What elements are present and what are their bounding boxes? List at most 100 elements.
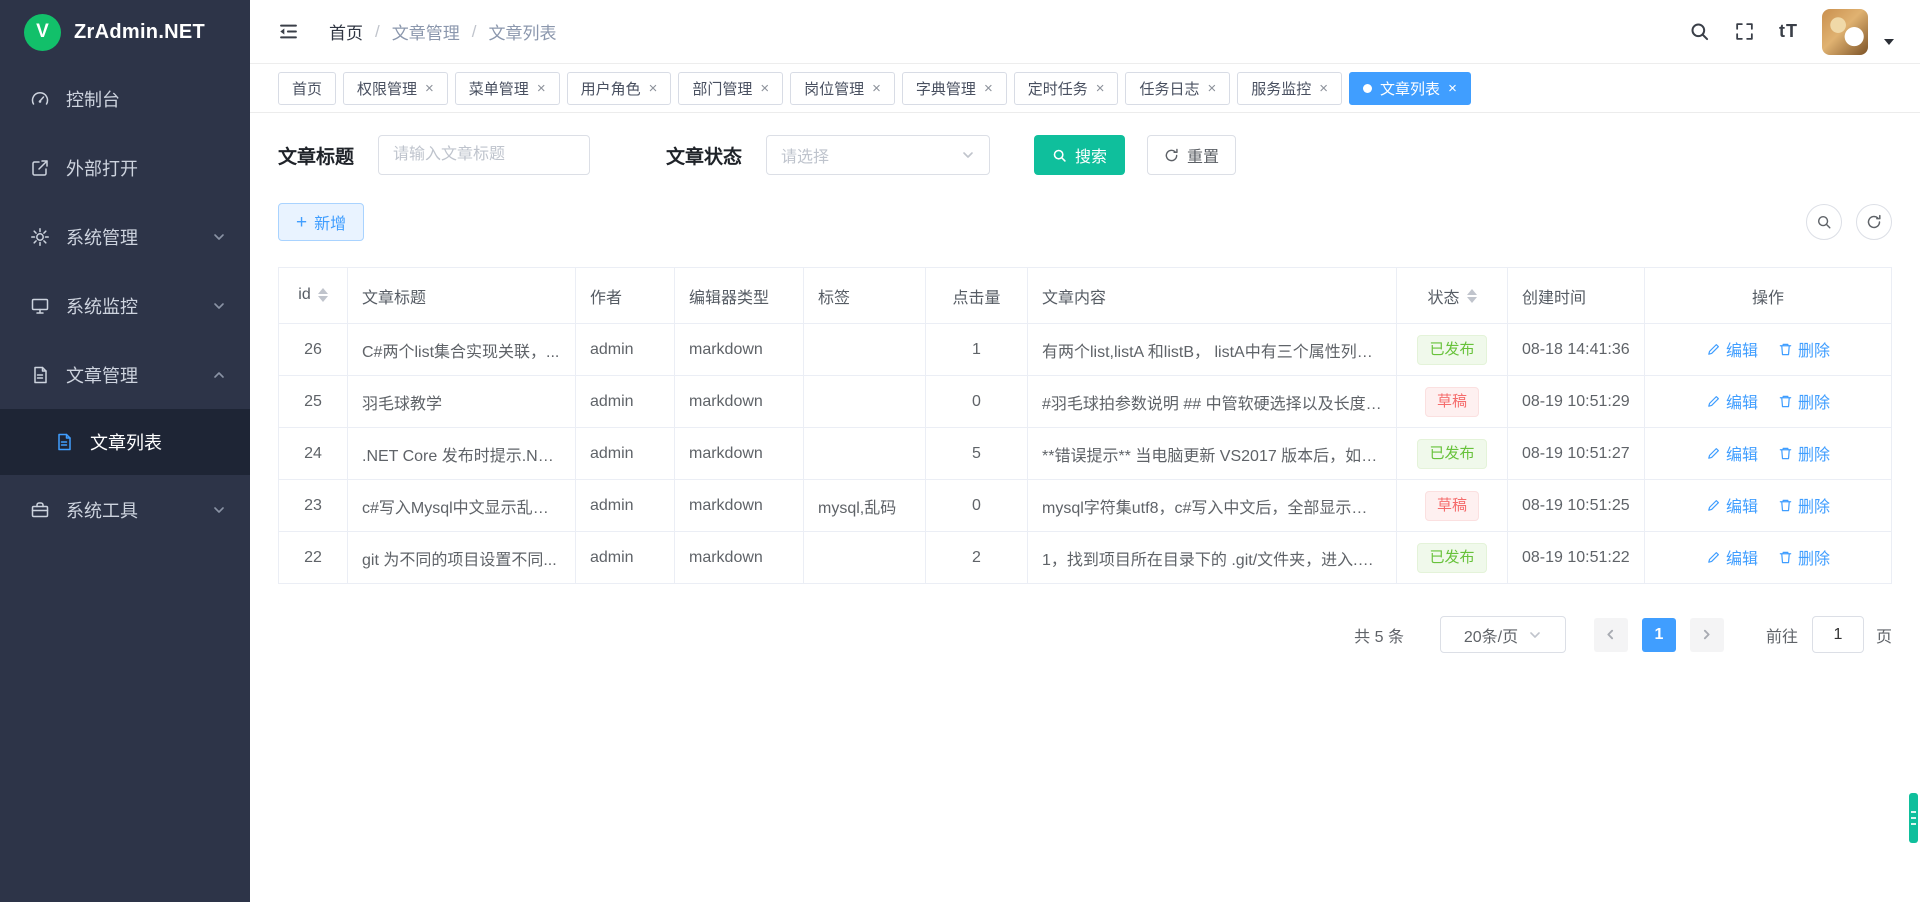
cell-created-time: 08-19 10:51:22 [1508,532,1645,584]
cell-actions: 编辑删除 [1645,532,1892,584]
cell-status: 草稿 [1397,376,1508,428]
cell-title: 羽毛球教学 [348,376,576,428]
search-button[interactable]: 搜索 [1034,135,1125,175]
tab-article-list[interactable]: 文章列表× [1349,72,1471,105]
sidebar-item-article-management[interactable]: 文章管理 [0,340,250,409]
table-row: 23c#写入Mysql中文显示乱码 ...adminmarkdownmysql,… [279,480,1892,532]
cell-clicks: 1 [926,324,1028,376]
column-header: 文章标题 [348,268,576,324]
tab-post[interactable]: 岗位管理× [790,72,895,105]
delete-button[interactable]: 删除 [1778,337,1830,361]
user-menu-caret-icon[interactable] [1884,39,1894,45]
edit-button[interactable]: 编辑 [1706,389,1758,413]
tab-permission[interactable]: 权限管理× [343,72,448,105]
close-icon[interactable]: × [425,81,434,96]
sidebar-collapse-icon[interactable] [278,21,299,42]
delete-button[interactable]: 删除 [1778,545,1830,569]
prev-page-button[interactable] [1594,618,1628,652]
cell-actions: 编辑删除 [1645,480,1892,532]
cell-author: admin [576,324,675,376]
app-root: V ZrAdmin.NET 控制台外部打开系统管理系统监控文章管理文章列表系统工… [0,0,1920,902]
tab-home[interactable]: 首页 [278,72,336,105]
sidebar-item-system-tools[interactable]: 系统工具 [0,475,250,544]
cell-id: 23 [279,480,348,532]
edit-button[interactable]: 编辑 [1706,545,1758,569]
sidebar-item-article-list[interactable]: 文章列表 [0,409,250,475]
sort-icon[interactable] [318,288,328,302]
close-icon[interactable]: × [649,81,658,96]
cell-tags [804,324,926,376]
column-header[interactable]: id [279,268,348,324]
delete-button[interactable]: 删除 [1778,441,1830,465]
close-icon[interactable]: × [760,81,769,96]
close-icon[interactable]: × [984,81,993,96]
next-page-button[interactable] [1690,618,1724,652]
goto-page-input[interactable] [1812,616,1864,653]
edit-button[interactable]: 编辑 [1706,337,1758,361]
column-header[interactable]: 状态 [1397,268,1508,324]
articles-table: id文章标题作者编辑器类型标签点击量文章内容状态创建时间操作 26C#两个lis… [278,267,1892,584]
close-icon[interactable]: × [1208,81,1217,96]
tab-dict[interactable]: 字典管理× [902,72,1007,105]
tab-user-role[interactable]: 用户角色× [567,72,672,105]
pencil-icon [1706,342,1721,357]
cell-content: 1，找到项目所在目录下的 .git/文件夹，进入.git/... [1028,532,1397,584]
cell-clicks: 0 [926,376,1028,428]
article-status-select[interactable]: 请选择 [766,135,990,175]
sidebar-item-system-management[interactable]: 系统管理 [0,202,250,271]
delete-button[interactable]: 删除 [1778,389,1830,413]
sidebar-item-dashboard[interactable]: 控制台 [0,64,250,133]
close-icon[interactable]: × [1448,81,1457,96]
cell-title: .NET Core 发布时提示.NET... [348,428,576,480]
table-header-row: id文章标题作者编辑器类型标签点击量文章内容状态创建时间操作 [279,268,1892,324]
cell-author: admin [576,480,675,532]
sidebar-item-system-monitor[interactable]: 系统监控 [0,271,250,340]
header-search-icon[interactable] [1689,21,1710,42]
cell-actions: 编辑删除 [1645,376,1892,428]
gear-icon [30,227,50,247]
goto-unit-label: 页 [1876,623,1892,647]
tab-cron-task[interactable]: 定时任务× [1014,72,1119,105]
edit-button[interactable]: 编辑 [1706,493,1758,517]
close-icon[interactable]: × [1096,81,1105,96]
font-size-icon[interactable]: tT [1779,21,1798,42]
cell-status: 草稿 [1397,480,1508,532]
article-title-input[interactable] [378,135,590,175]
user-avatar[interactable] [1822,9,1868,55]
add-button[interactable]: + 新增 [278,203,364,241]
cell-status: 已发布 [1397,532,1508,584]
external-link-icon [30,158,50,178]
sidebar-item-external-open[interactable]: 外部打开 [0,133,250,202]
table-row: 25羽毛球教学adminmarkdown0#羽毛球拍参数说明 ## 中管软硬选择… [279,376,1892,428]
tab-server-monitor[interactable]: 服务监控× [1237,72,1342,105]
current-page-button[interactable]: 1 [1642,618,1676,652]
column-header: 标签 [804,268,926,324]
breadcrumb-item[interactable]: 文章管理 [392,19,460,44]
breadcrumb-item[interactable]: 首页 [329,19,363,44]
scrollbar-thumb[interactable] [1909,793,1918,843]
cell-author: admin [576,532,675,584]
article-status-label: 文章状态 [666,142,742,169]
app-logo[interactable]: V ZrAdmin.NET [0,0,250,64]
table-container: id文章标题作者编辑器类型标签点击量文章内容状态创建时间操作 26C#两个lis… [278,267,1892,584]
reset-button[interactable]: 重置 [1147,135,1236,175]
close-icon[interactable]: × [537,81,546,96]
tab-menu[interactable]: 菜单管理× [455,72,560,105]
breadcrumb-item: 文章列表 [488,19,556,44]
fullscreen-icon[interactable] [1734,21,1755,42]
chevron-up-icon [212,368,226,382]
tab-dept[interactable]: 部门管理× [678,72,783,105]
toggle-search-button[interactable] [1806,204,1842,240]
page-size-select[interactable]: 20条/页 [1440,616,1566,653]
chevron-down-icon [1528,628,1542,642]
close-icon[interactable]: × [1319,81,1328,96]
tab-task-log[interactable]: 任务日志× [1125,72,1230,105]
cell-editor-type: markdown [675,428,804,480]
sort-icon[interactable] [1467,289,1477,303]
cell-actions: 编辑删除 [1645,324,1892,376]
refresh-table-button[interactable] [1856,204,1892,240]
edit-button[interactable]: 编辑 [1706,441,1758,465]
cell-status: 已发布 [1397,428,1508,480]
close-icon[interactable]: × [872,81,881,96]
delete-button[interactable]: 删除 [1778,493,1830,517]
